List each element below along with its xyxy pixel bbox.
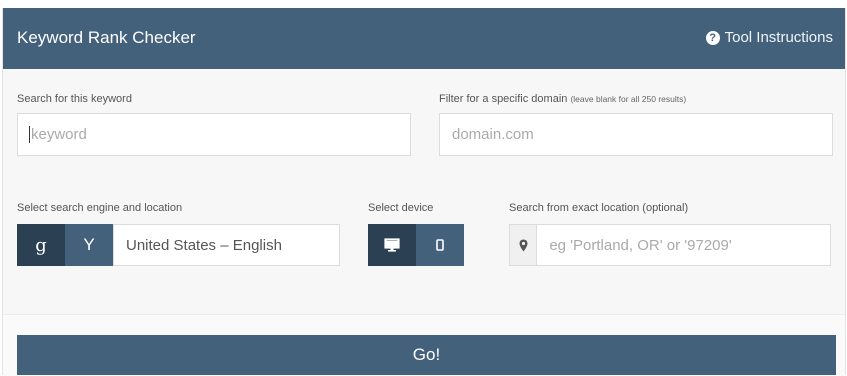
panel-header: Keyword Rank Checker ? Tool Instructions xyxy=(3,8,845,69)
rank-checker-panel: Keyword Rank Checker ? Tool Instructions… xyxy=(2,8,846,376)
mobile-icon xyxy=(436,239,444,251)
tool-instructions-link[interactable]: ? Tool Instructions xyxy=(705,29,833,46)
location-pin-addon xyxy=(510,225,538,265)
help-icon: ? xyxy=(705,30,720,45)
exact-location-field[interactable] xyxy=(509,224,831,266)
domain-field[interactable] xyxy=(439,113,833,156)
domain-input[interactable] xyxy=(452,126,832,143)
yahoo-engine-button[interactable]: Y xyxy=(65,224,113,266)
exact-location-input[interactable] xyxy=(537,236,830,254)
mobile-device-button[interactable] xyxy=(416,224,464,266)
domain-hint: (leave blank for all 250 results) xyxy=(570,94,687,104)
engine-location-group: g Y United States – English xyxy=(17,224,340,266)
domain-label-text: Filter for a specific domain xyxy=(439,93,568,105)
text-cursor xyxy=(29,126,30,143)
go-button[interactable]: Go! xyxy=(17,335,836,375)
google-engine-button[interactable]: g xyxy=(17,224,65,266)
page-title: Keyword Rank Checker xyxy=(17,28,196,47)
desktop-device-button[interactable] xyxy=(368,224,416,266)
google-icon: g xyxy=(35,234,47,256)
location-select[interactable]: United States – English xyxy=(113,224,340,266)
device-label: Select device xyxy=(368,202,434,214)
yahoo-icon: Y xyxy=(83,235,95,254)
desktop-icon xyxy=(384,238,400,252)
keyword-label: Search for this keyword xyxy=(17,93,132,105)
tool-instructions-label: Tool Instructions xyxy=(724,29,833,46)
location-value: United States – English xyxy=(126,236,282,254)
keyword-field[interactable] xyxy=(17,113,411,156)
domain-label: Filter for a specific domain (leave blan… xyxy=(439,93,686,105)
engine-label: Select search engine and location xyxy=(17,202,183,214)
keyword-input[interactable] xyxy=(31,126,410,143)
map-pin-icon xyxy=(519,239,528,251)
exact-location-label: Search from exact location (optional) xyxy=(509,202,689,214)
